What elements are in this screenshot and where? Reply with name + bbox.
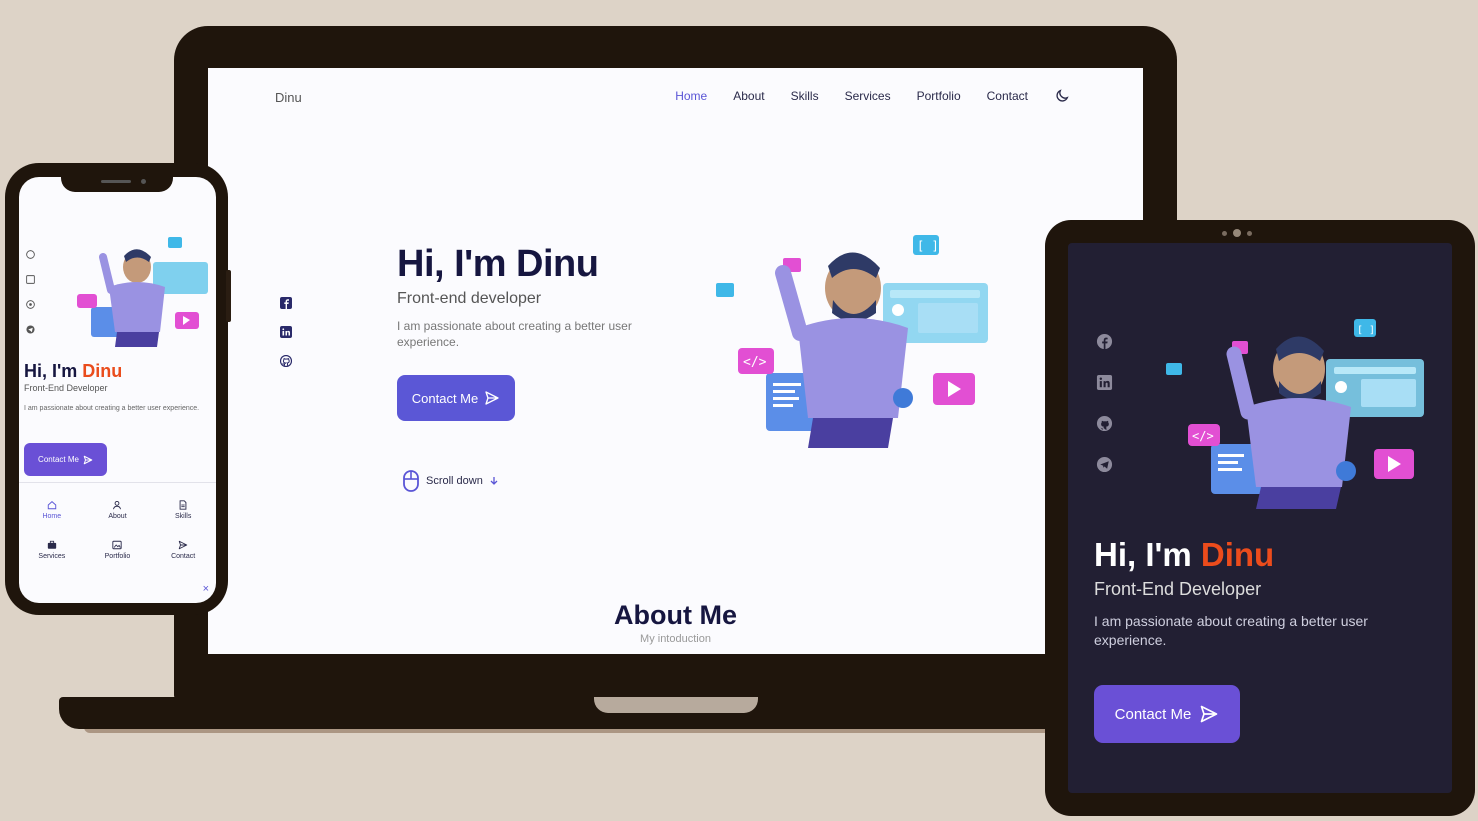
facebook-icon[interactable] [1096, 333, 1113, 350]
phone-side-button [226, 270, 231, 322]
contact-me-label: Contact Me [38, 455, 79, 464]
send-icon [83, 455, 93, 464]
laptop-screen: Dinu Home About Skills Services Portfoli… [208, 68, 1143, 654]
scroll-down-label: Scroll down [426, 475, 483, 487]
github-icon[interactable] [26, 296, 35, 309]
menu-item-label: About [108, 513, 127, 520]
menu-item-label: Services [38, 553, 66, 560]
phone-notch [61, 176, 173, 192]
top-nav: Home About Skills Services Portfolio Con… [675, 88, 1070, 104]
site-logo[interactable]: Dinu [275, 90, 302, 105]
svg-text:[ ]: [ ] [917, 239, 939, 253]
briefcase-icon [47, 540, 56, 549]
tablet-social-links [1096, 333, 1113, 473]
hero-title-name: Dinu [1200, 536, 1275, 573]
hero-description: I am passionate about creating a better … [397, 319, 632, 349]
tablet-camera [1222, 229, 1252, 237]
laptop-trackpad-notch [594, 697, 758, 713]
file-icon [179, 500, 187, 510]
hero-description: I am passionate about creating a better … [24, 405, 200, 412]
github-icon[interactable] [279, 354, 293, 368]
about-section: About Me My intoduction [208, 600, 1143, 645]
linkedin-icon[interactable] [26, 271, 35, 284]
social-links [279, 296, 293, 368]
tablet-screen: </> [ ] Hi, I'm Dinu Front-End Developer… [1068, 243, 1452, 793]
telegram-icon[interactable] [1096, 456, 1113, 473]
menu-item-skills[interactable]: Skills [150, 500, 216, 520]
about-title: About Me [614, 600, 737, 630]
menu-item-label: Contact [171, 553, 196, 560]
menu-item-label: Portfolio [104, 553, 131, 560]
contact-me-label: Contact Me [411, 390, 479, 406]
nav-skills[interactable]: Skills [791, 89, 819, 103]
facebook-icon[interactable] [280, 296, 292, 309]
github-icon[interactable] [1096, 415, 1113, 432]
menu-item-label: Home [42, 513, 62, 520]
menu-item-contact[interactable]: Contact [150, 540, 216, 560]
close-icon[interactable]: × [203, 583, 209, 595]
nav-contact[interactable]: Contact [987, 89, 1028, 103]
nav-services[interactable]: Services [845, 89, 891, 103]
hero-title-prefix: Hi, I'm [24, 361, 83, 381]
send-icon [1201, 705, 1218, 723]
developer-illustration: </> [ ] [1166, 319, 1424, 509]
telegram-icon[interactable] [26, 321, 35, 334]
hero-description: I am passionate about creating a better … [1094, 613, 1368, 648]
user-icon [113, 500, 122, 510]
hero-title-name: Dinu [82, 361, 123, 381]
developer-illustration [77, 237, 208, 347]
phone-camera [141, 179, 146, 184]
home-icon [47, 501, 57, 510]
hero-subtitle: Front-End Developer [1094, 579, 1262, 599]
nav-home[interactable]: Home [675, 89, 707, 103]
hero-section: Hi, I'm Dinu Front-end developer I am pa… [397, 243, 687, 350]
menu-divider [19, 482, 216, 483]
hero-subtitle: Front-end developer [397, 290, 542, 307]
scroll-down-link[interactable]: Scroll down [402, 470, 499, 492]
contact-me-button[interactable]: Contact Me [1094, 685, 1240, 743]
facebook-icon[interactable] [26, 246, 35, 259]
menu-item-label: Skills [174, 513, 192, 520]
linkedin-icon[interactable] [280, 325, 292, 338]
menu-item-services[interactable]: Services [19, 540, 85, 560]
contact-me-button[interactable]: Contact Me [24, 443, 107, 476]
nav-portfolio[interactable]: Portfolio [917, 89, 961, 103]
menu-item-about[interactable]: About [85, 500, 151, 520]
svg-text:[ ]: [ ] [1357, 325, 1375, 336]
svg-text:</>: </> [1192, 429, 1214, 443]
contact-me-button[interactable]: Contact Me [397, 375, 515, 421]
image-icon [112, 540, 123, 550]
hero-title: Hi, I'm Dinu [24, 361, 122, 382]
phone-screen: Hi, I'm Dinu Front-End Developer I am pa… [19, 177, 216, 603]
about-subtitle: My intoduction [640, 633, 711, 645]
moon-icon[interactable] [1054, 88, 1070, 104]
mobile-menu: Home About Skills Services Portfolio Con… [19, 500, 216, 560]
svg-text:</>: </> [743, 355, 767, 370]
send-icon [485, 391, 499, 405]
hero-title: Hi, I'm Dinu [397, 243, 599, 285]
hero-title: Hi, I'm Dinu [1094, 536, 1274, 574]
contact-me-label: Contact Me [1114, 705, 1192, 723]
nav-about[interactable]: About [733, 89, 764, 103]
menu-item-home[interactable]: Home [19, 500, 85, 520]
hero-subtitle: Front-End Developer [24, 383, 108, 393]
mouse-icon [403, 470, 419, 492]
menu-item-portfolio[interactable]: Portfolio [85, 540, 151, 560]
arrow-down-icon [490, 477, 498, 485]
linkedin-icon[interactable] [1096, 374, 1113, 391]
hero-title-prefix: Hi, I'm [1094, 536, 1201, 573]
developer-illustration: </> [ ] [716, 235, 988, 448]
phone-speaker [101, 180, 131, 183]
send-icon [178, 540, 188, 550]
phone-social-links [26, 246, 35, 334]
